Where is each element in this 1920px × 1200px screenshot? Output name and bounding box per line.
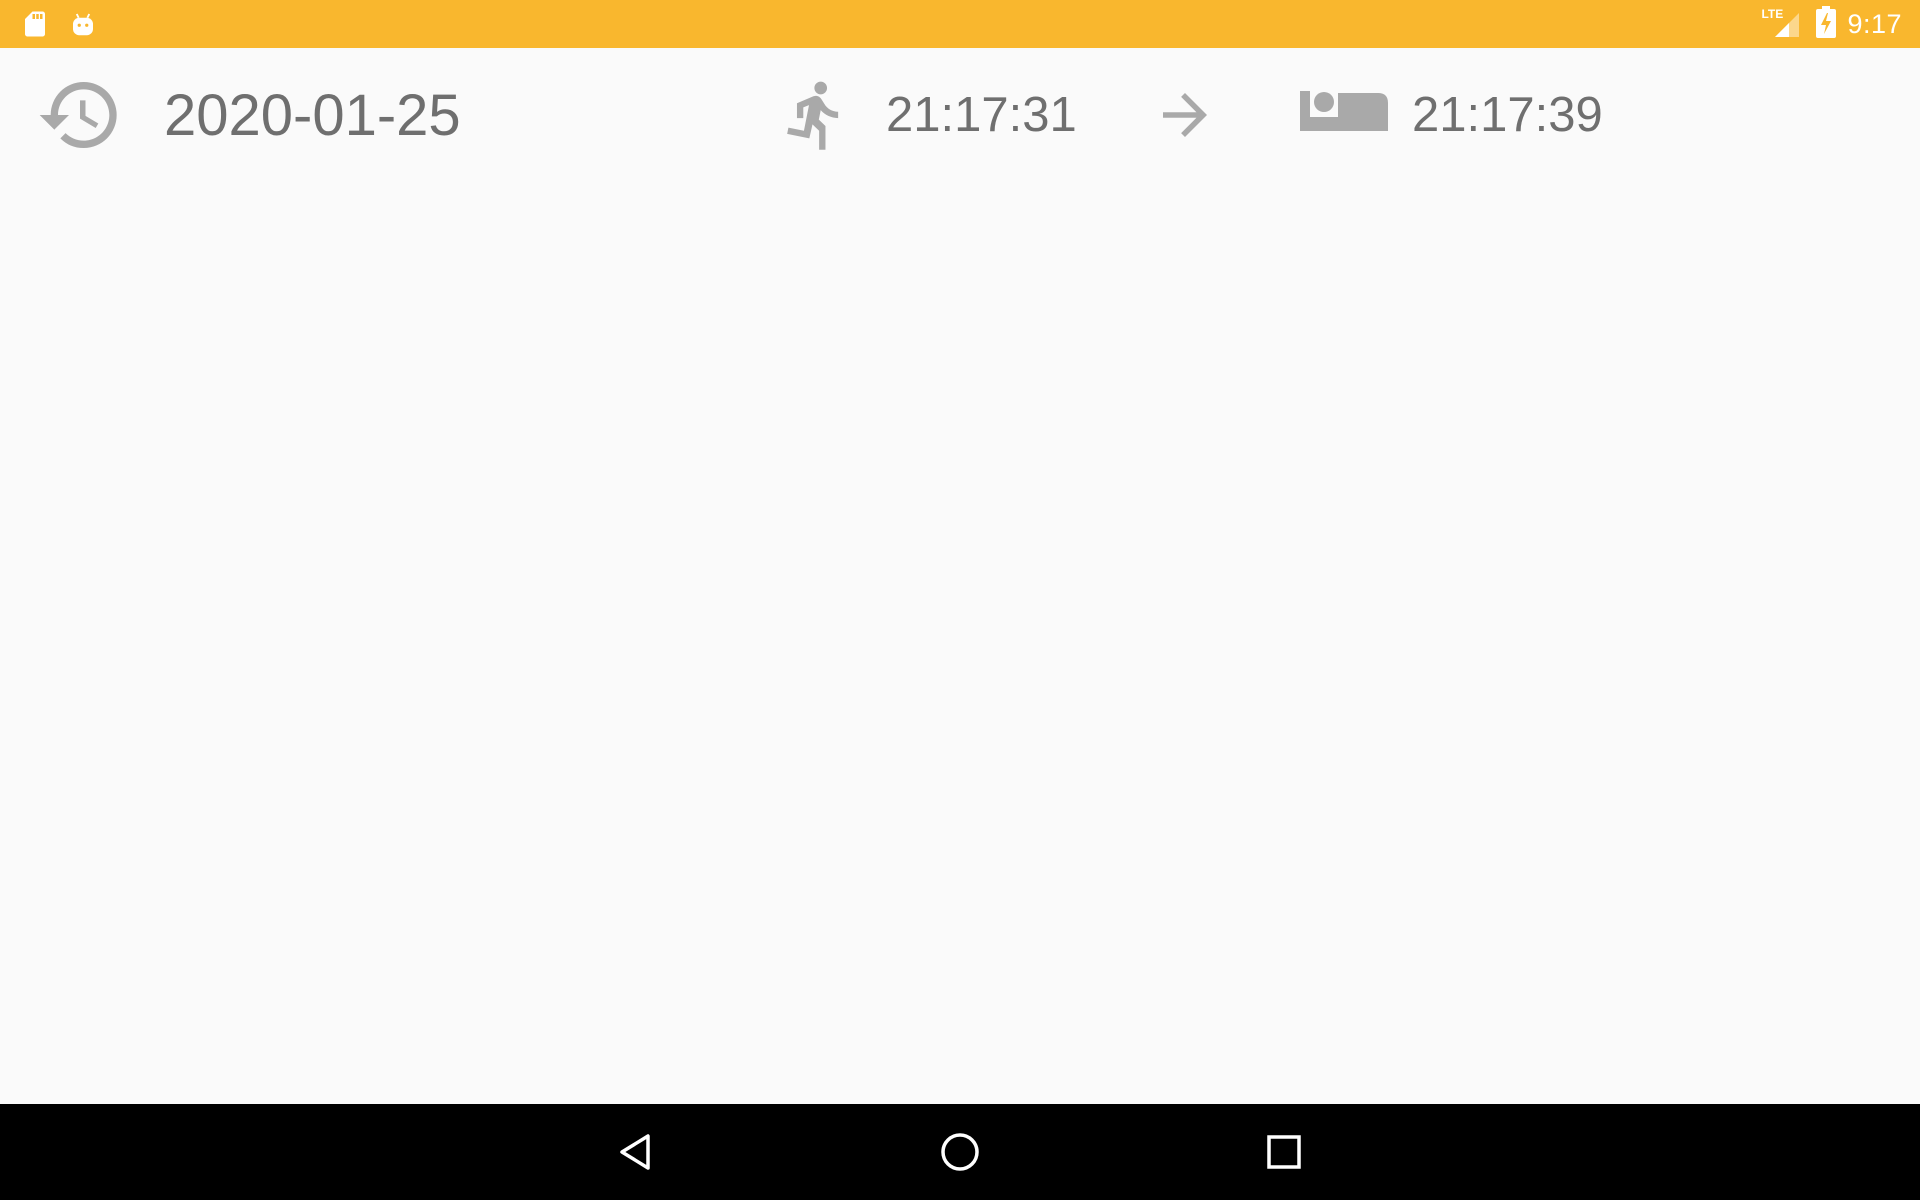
date-group [36,48,124,182]
end-time-wrap: 21:17:39 [1412,48,1603,182]
start-time-wrap: 21:17:31 [886,48,1077,182]
start-group [778,48,854,182]
record-date: 2020-01-25 [164,82,461,148]
date-text-wrap: 2020-01-25 [164,48,461,182]
status-bar: LTE 9:17 [0,0,1920,48]
arrow-wrap [1152,48,1218,182]
start-time: 21:17:31 [886,88,1077,142]
sd-card-icon [20,9,50,39]
history-icon [36,71,124,159]
back-triangle-icon [620,1134,650,1170]
arrow-right-icon [1152,82,1218,148]
recents-square-icon [1267,1135,1301,1169]
running-person-icon [778,67,854,163]
back-button[interactable] [588,1104,684,1200]
navigation-bar [0,1104,1920,1200]
end-time: 21:17:39 [1412,88,1603,142]
status-time: 9:17 [1847,8,1902,39]
recents-button[interactable] [1236,1104,1332,1200]
end-group [1296,48,1392,182]
home-button[interactable] [912,1104,1008,1200]
status-right-group: LTE 9:17 [1761,0,1902,48]
lte-signal-icon: LTE [1761,7,1801,41]
android-debug-icon [68,9,98,39]
battery-charging-icon [1815,5,1837,43]
home-circle-icon [941,1133,979,1171]
activity-record-row[interactable]: 2020-01-25 21:17:31 21:17:39 [0,48,1920,182]
bed-icon [1296,85,1392,145]
